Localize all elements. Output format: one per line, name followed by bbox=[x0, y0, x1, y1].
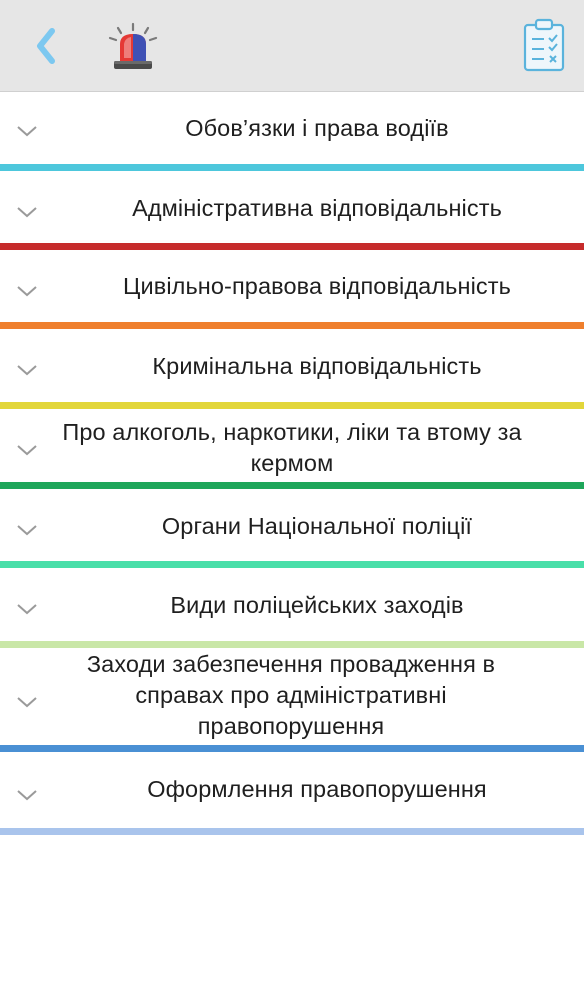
chevron-down-icon bbox=[17, 697, 37, 708]
category-label: Адміністративна відповідальність bbox=[132, 195, 502, 221]
top-app-bar bbox=[0, 0, 584, 92]
category-item-civil[interactable]: Цивільно-правова відповідальність bbox=[0, 250, 584, 329]
chevron-down-icon bbox=[17, 207, 37, 218]
category-item-alcohol[interactable]: Про алкоголь, наркотики, ліки та втому з… bbox=[0, 409, 584, 489]
chevron-down-icon bbox=[17, 126, 37, 137]
category-item-police-measures[interactable]: Види поліцейських заходів bbox=[0, 568, 584, 648]
category-label: Органи Національної поліції bbox=[161, 513, 473, 539]
chevron-down-icon bbox=[17, 525, 37, 536]
category-label: Кримінальна відповідальність bbox=[152, 353, 482, 379]
chevron-down-icon bbox=[17, 790, 37, 801]
chevron-down-icon bbox=[17, 604, 37, 615]
category-list: Обов’язки і права водіїв Адміністративна… bbox=[0, 92, 584, 835]
category-color-bar bbox=[0, 402, 584, 409]
category-item-proceedings[interactable]: Заходи забезпечення провадження в справа… bbox=[0, 648, 584, 752]
category-color-bar bbox=[0, 243, 584, 250]
chevron-down-icon bbox=[17, 365, 37, 376]
category-item-administrative[interactable]: Адміністративна відповідальність bbox=[0, 171, 584, 250]
category-label: Заходи забезпечення провадження в справа… bbox=[86, 651, 496, 739]
category-label: Цивільно-правова відповідальність bbox=[123, 273, 511, 299]
category-label: Види поліцейських заходів bbox=[170, 592, 464, 618]
chevron-down-icon bbox=[17, 286, 37, 297]
category-label: Про алкоголь, наркотики, ліки та втому з… bbox=[62, 419, 522, 476]
police-siren-icon bbox=[108, 22, 158, 69]
category-item-criminal[interactable]: Кримінальна відповідальність bbox=[0, 329, 584, 409]
chevron-left-icon bbox=[37, 28, 55, 64]
category-item-driver-duties[interactable]: Обов’язки і права водіїв bbox=[0, 92, 584, 171]
back-button[interactable] bbox=[26, 24, 66, 68]
category-color-bar bbox=[0, 641, 584, 648]
category-item-police-bodies[interactable]: Органи Національної поліції bbox=[0, 489, 584, 568]
category-color-bar bbox=[0, 561, 584, 568]
category-item-registration[interactable]: Оформлення правопорушення bbox=[0, 752, 584, 835]
category-color-bar bbox=[0, 482, 584, 489]
category-color-bar bbox=[0, 322, 584, 329]
category-label: Оформлення правопорушення bbox=[147, 776, 487, 802]
category-color-bar bbox=[0, 745, 584, 752]
chevron-down-icon bbox=[17, 445, 37, 456]
category-color-bar bbox=[0, 164, 584, 171]
checklist-button[interactable] bbox=[522, 17, 566, 73]
category-color-bar bbox=[0, 828, 584, 835]
category-label: Обов’язки і права водіїв bbox=[185, 115, 449, 141]
